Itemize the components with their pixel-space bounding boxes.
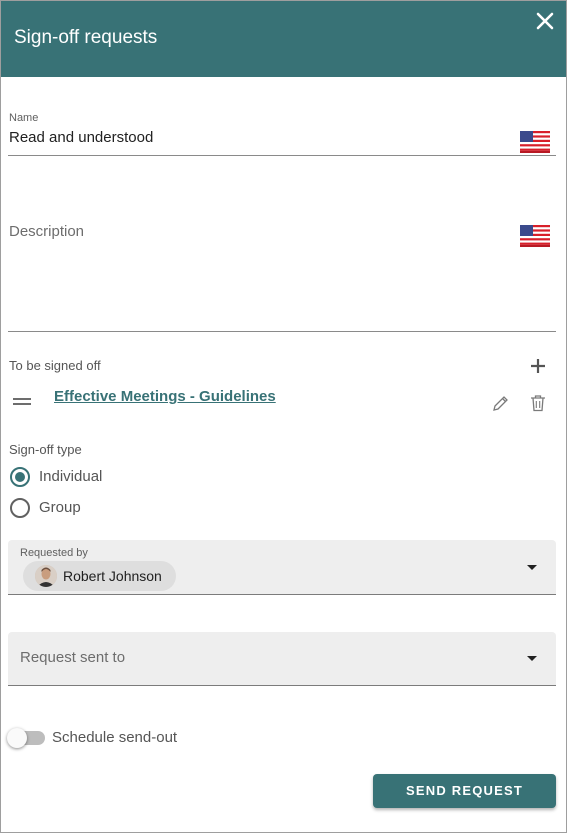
requested-by-chip[interactable]: Robert Johnson: [23, 561, 176, 591]
pencil-icon[interactable]: [492, 395, 509, 412]
schedule-toggle-thumb[interactable]: [7, 728, 27, 748]
to-be-signed-label: To be signed off: [9, 358, 101, 373]
schedule-label: Schedule send-out: [52, 729, 178, 746]
drag-handle-icon[interactable]: [13, 394, 31, 405]
request-sent-to-placeholder: Request sent to: [20, 649, 126, 666]
request-sent-to-select[interactable]: Request sent to: [8, 632, 556, 686]
close-icon[interactable]: [533, 9, 557, 33]
requested-by-chip-label: Robert Johnson: [63, 568, 162, 584]
signoff-dialog: Sign-off requests Name Read and understo…: [0, 0, 567, 833]
dialog-title: Sign-off requests: [14, 27, 158, 48]
radio-group[interactable]: [10, 498, 30, 518]
send-request-button[interactable]: SEND REQUEST: [373, 774, 556, 808]
description-field-underline: [8, 331, 556, 332]
radio-group-label: Group: [39, 499, 81, 516]
name-field-label: Name: [9, 112, 39, 124]
signoff-document-link[interactable]: Effective Meetings - Guidelines: [54, 388, 276, 405]
signoff-type-label: Sign-off type: [9, 442, 82, 457]
plus-icon[interactable]: [530, 358, 546, 374]
avatar: [35, 565, 57, 587]
description-field[interactable]: Description: [9, 223, 84, 240]
chevron-down-icon: [527, 565, 537, 570]
us-flag-icon[interactable]: [520, 225, 550, 247]
us-flag-icon[interactable]: [520, 131, 550, 153]
trash-icon[interactable]: [530, 394, 546, 412]
dialog-header: Sign-off requests: [1, 1, 566, 77]
name-field-underline: [8, 155, 556, 156]
name-field-input[interactable]: Read and understood: [9, 129, 153, 146]
requested-by-label: Requested by: [20, 547, 88, 559]
radio-individual-label: Individual: [39, 468, 103, 485]
chevron-down-icon: [527, 656, 537, 661]
radio-individual[interactable]: [10, 467, 30, 487]
